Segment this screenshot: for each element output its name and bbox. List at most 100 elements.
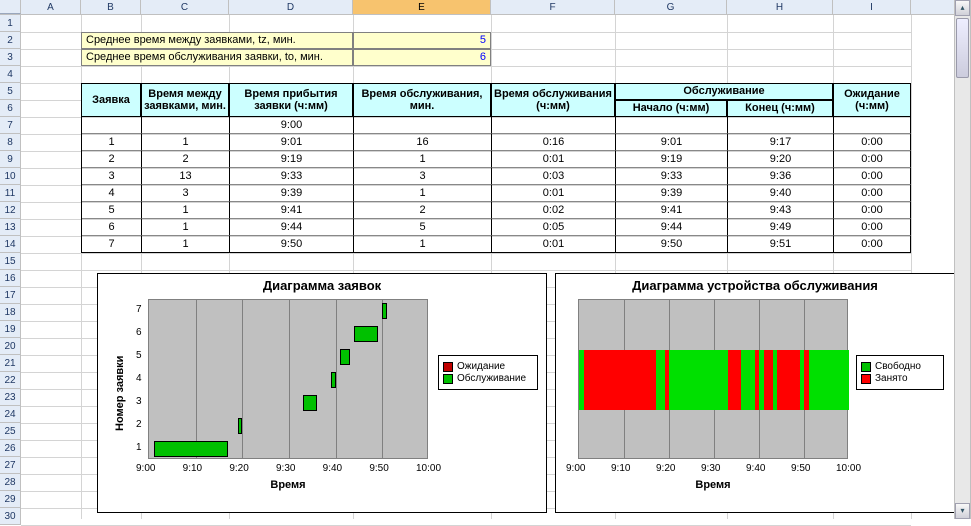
col-header-C[interactable]: C bbox=[141, 0, 229, 14]
row-header-3[interactable]: 3 bbox=[0, 49, 20, 66]
hdr-wait[interactable]: Ожидание (ч:мм) bbox=[833, 83, 911, 117]
cell-6-bt[interactable]: 1 bbox=[141, 219, 229, 236]
row-header-5[interactable]: 5 bbox=[0, 83, 20, 100]
row-header-18[interactable]: 18 bbox=[0, 304, 20, 321]
row-header-12[interactable]: 12 bbox=[0, 202, 20, 219]
row-header-26[interactable]: 26 bbox=[0, 440, 20, 457]
scroll-thumb[interactable] bbox=[956, 18, 969, 78]
cell-7-n[interactable]: 7 bbox=[81, 236, 141, 253]
cell-2-en[interactable]: 9:20 bbox=[727, 151, 833, 168]
cell-3-arr[interactable]: 9:33 bbox=[229, 168, 353, 185]
row-header-21[interactable]: 21 bbox=[0, 355, 20, 372]
cell-5-bt[interactable]: 1 bbox=[141, 202, 229, 219]
col-header-E[interactable]: E bbox=[353, 0, 491, 14]
param-to-value[interactable]: 6 bbox=[353, 49, 491, 66]
cell-6-sm[interactable]: 5 bbox=[353, 219, 491, 236]
cell-6-arr[interactable]: 9:44 bbox=[229, 219, 353, 236]
col-header-G[interactable]: G bbox=[615, 0, 727, 14]
cell-7-sm[interactable]: 1 bbox=[353, 236, 491, 253]
row-header-16[interactable]: 16 bbox=[0, 270, 20, 287]
hdr-request[interactable]: Заявка bbox=[81, 83, 141, 117]
cell-4-en[interactable]: 9:40 bbox=[727, 185, 833, 202]
hdr-svc-min[interactable]: Время обслуживания, мин. bbox=[353, 83, 491, 117]
cell-7-en[interactable]: 9:51 bbox=[727, 236, 833, 253]
cell-4-bt[interactable]: 3 bbox=[141, 185, 229, 202]
row-header-24[interactable]: 24 bbox=[0, 406, 20, 423]
row-header-22[interactable]: 22 bbox=[0, 372, 20, 389]
grid-area[interactable]: Среднее время между заявками, tz, мин. 5… bbox=[21, 15, 970, 519]
row-header-27[interactable]: 27 bbox=[0, 457, 20, 474]
cell-4-sh[interactable]: 0:01 bbox=[491, 185, 615, 202]
cell-5-en[interactable]: 9:43 bbox=[727, 202, 833, 219]
cell-6-n[interactable]: 6 bbox=[81, 219, 141, 236]
cell-r7-st[interactable] bbox=[615, 117, 727, 134]
hdr-start[interactable]: Начало (ч:мм) bbox=[615, 100, 727, 117]
row-header-13[interactable]: 13 bbox=[0, 219, 20, 236]
row-header-20[interactable]: 20 bbox=[0, 338, 20, 355]
cell-5-w[interactable]: 0:00 bbox=[833, 202, 911, 219]
cell-7-bt[interactable]: 1 bbox=[141, 236, 229, 253]
cell-3-n[interactable]: 3 bbox=[81, 168, 141, 185]
cell-4-w[interactable]: 0:00 bbox=[833, 185, 911, 202]
row-header-2[interactable]: 2 bbox=[0, 32, 20, 49]
cell-r7-w[interactable] bbox=[833, 117, 911, 134]
cell-1-n[interactable]: 1 bbox=[81, 134, 141, 151]
select-all-corner[interactable] bbox=[0, 0, 21, 14]
cell-4-sm[interactable]: 1 bbox=[353, 185, 491, 202]
row-header-6[interactable]: 6 bbox=[0, 100, 20, 117]
row-header-29[interactable]: 29 bbox=[0, 491, 20, 508]
row-header-28[interactable]: 28 bbox=[0, 474, 20, 491]
row-header-25[interactable]: 25 bbox=[0, 423, 20, 440]
param-tz-label[interactable]: Среднее время между заявками, tz, мин. bbox=[81, 32, 353, 49]
cell-2-w[interactable]: 0:00 bbox=[833, 151, 911, 168]
row-header-11[interactable]: 11 bbox=[0, 185, 20, 202]
col-header-A[interactable]: A bbox=[21, 0, 81, 14]
param-to-label[interactable]: Среднее время обслуживания заявки, to, м… bbox=[81, 49, 353, 66]
row-header-15[interactable]: 15 bbox=[0, 253, 20, 270]
row-header-4[interactable]: 4 bbox=[0, 66, 20, 83]
row-header-10[interactable]: 10 bbox=[0, 168, 20, 185]
cell-r7-n[interactable] bbox=[81, 117, 141, 134]
cell-r7-en[interactable] bbox=[727, 117, 833, 134]
row-header-7[interactable]: 7 bbox=[0, 117, 20, 134]
cell-5-arr[interactable]: 9:41 bbox=[229, 202, 353, 219]
cell-2-sh[interactable]: 0:01 bbox=[491, 151, 615, 168]
cell-4-n[interactable]: 4 bbox=[81, 185, 141, 202]
row-header-30[interactable]: 30 bbox=[0, 508, 20, 525]
vertical-scrollbar[interactable]: ▴ ▾ bbox=[954, 0, 970, 519]
row-header-14[interactable]: 14 bbox=[0, 236, 20, 253]
cell-1-en[interactable]: 9:17 bbox=[727, 134, 833, 151]
cell-1-w[interactable]: 0:00 bbox=[833, 134, 911, 151]
row-header-23[interactable]: 23 bbox=[0, 389, 20, 406]
chart-device[interactable]: Диаграмма устройства обслуживания 9:009:… bbox=[555, 273, 955, 513]
col-header-I[interactable]: I bbox=[833, 0, 911, 14]
cell-3-sh[interactable]: 0:03 bbox=[491, 168, 615, 185]
hdr-between[interactable]: Время между заявками, мин. bbox=[141, 83, 229, 117]
cell-r7-sm[interactable] bbox=[353, 117, 491, 134]
scroll-down-button[interactable]: ▾ bbox=[955, 503, 970, 519]
cell-4-st[interactable]: 9:39 bbox=[615, 185, 727, 202]
cell-5-n[interactable]: 5 bbox=[81, 202, 141, 219]
row-header-1[interactable]: 1 bbox=[0, 15, 20, 32]
cell-r7-sh[interactable] bbox=[491, 117, 615, 134]
cell-2-st[interactable]: 9:19 bbox=[615, 151, 727, 168]
cell-2-sm[interactable]: 1 bbox=[353, 151, 491, 168]
cell-7-arr[interactable]: 9:50 bbox=[229, 236, 353, 253]
cell-3-bt[interactable]: 13 bbox=[141, 168, 229, 185]
hdr-svc-hm[interactable]: Время обслуживания (ч:мм) bbox=[491, 83, 615, 117]
cell-6-en[interactable]: 9:49 bbox=[727, 219, 833, 236]
param-tz-value[interactable]: 5 bbox=[353, 32, 491, 49]
cell-2-bt[interactable]: 2 bbox=[141, 151, 229, 168]
cell-7-st[interactable]: 9:50 bbox=[615, 236, 727, 253]
cell-5-sh[interactable]: 0:02 bbox=[491, 202, 615, 219]
hdr-end[interactable]: Конец (ч:мм) bbox=[727, 100, 833, 117]
col-header-F[interactable]: F bbox=[491, 0, 615, 14]
hdr-service[interactable]: Обслуживание bbox=[615, 83, 833, 100]
cell-1-arr[interactable]: 9:01 bbox=[229, 134, 353, 151]
scroll-up-button[interactable]: ▴ bbox=[955, 0, 970, 16]
cell-r7-arr[interactable]: 9:00 bbox=[229, 117, 353, 134]
cell-2-n[interactable]: 2 bbox=[81, 151, 141, 168]
cell-6-st[interactable]: 9:44 bbox=[615, 219, 727, 236]
hdr-arrival[interactable]: Время прибытия заявки (ч:мм) bbox=[229, 83, 353, 117]
cell-1-bt[interactable]: 1 bbox=[141, 134, 229, 151]
